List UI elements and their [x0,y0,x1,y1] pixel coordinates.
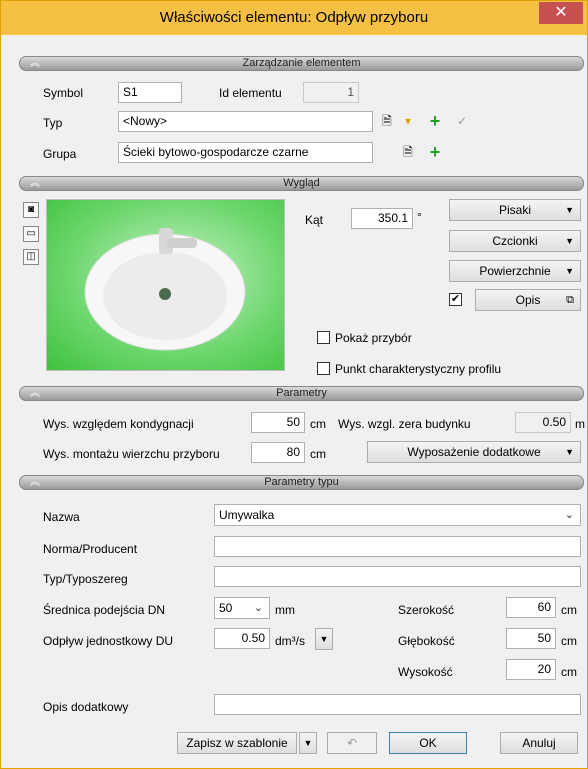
typ-input[interactable]: <Nowy> [118,111,373,132]
section-type-params-header[interactable]: ︽ Parametry typu [19,475,584,490]
dropdown-arrow-icon: ▼ [565,266,574,276]
anuluj-button[interactable]: Anuluj [500,732,578,754]
pisaki-label: Pisaki [498,203,531,217]
wys-montazu-input[interactable]: 80 [251,442,305,463]
section-title: Parametry [276,387,327,399]
wyposazenie-button[interactable]: Wyposażenie dodatkowe ▼ [367,441,581,463]
wysokosc-unit: cm [561,665,577,679]
czcionki-label: Czcionki [492,234,538,248]
nazwa-value: Umywalka [219,508,275,522]
document-icon[interactable]: 🗎 [399,143,417,163]
typoszereg-label: Typ/Typoszereg [43,572,128,586]
odplyw-label: Odpływ jednostkowy DU [43,634,174,648]
szerokosc-input[interactable]: 60 [506,597,556,618]
dropdown-arrow-icon: ▼ [303,738,313,748]
undo-button[interactable]: ↶ [327,732,377,754]
id-input: 1 [303,82,359,103]
odplyw-dropdown-button[interactable]: ▼ [315,628,333,650]
window-title: Właściwości elementu: Odpływ przyboru [159,9,429,26]
opis-dod-label: Opis dodatkowy [43,700,129,714]
wys-zera-unit: m [575,417,585,431]
wys-zera-input: 0.50 [515,412,571,433]
add-type-icon[interactable]: + [426,112,444,132]
zapisz-button[interactable]: Zapisz w szablonie [177,732,297,754]
undo-icon: ↶ [346,736,358,750]
norma-label: Norma/Producent [43,542,138,556]
czcionki-button[interactable]: Czcionki ▼ [449,230,581,252]
nazwa-select[interactable]: Umywalka ⌄ [214,504,581,526]
sink-image [84,228,246,351]
punkt-label: Punkt charakterystyczny profilu [335,362,502,376]
dropdown-arrow-icon: ▼ [565,447,574,457]
chevron-down-icon: ⌄ [564,509,574,521]
srednica-select[interactable]: 50 ⌄ [214,597,270,619]
glebokosc-label: Głębokość [398,634,455,648]
section-title: Parametry typu [264,476,339,488]
szerokosc-unit: cm [561,603,577,617]
glebokosc-unit: cm [561,634,577,648]
bulb-icon[interactable]: ▾ [399,112,417,132]
check-icon[interactable]: ✓ [453,112,471,132]
powierzchnie-label: Powierzchnie [479,264,551,278]
grupa-input[interactable]: Ścieki bytowo-gospodarcze czarne [118,142,373,163]
wys-montazu-label: Wys. montażu wierzchu przyboru [43,447,220,461]
properties-dialog: Właściwości elementu: Odpływ przyboru ✕ … [0,0,588,769]
dropdown-arrow-icon: ▼ [565,236,574,246]
wys-montazu-unit: cm [310,447,326,461]
dropdown-arrow-icon: ▼ [319,634,329,644]
srednica-label: Średnica podejścia DN [43,603,166,617]
id-label: Id elementu [219,86,282,100]
typ-label: Typ [43,116,63,130]
section-title: Zarządzanie elementem [242,57,361,69]
opis-dod-input[interactable] [214,694,581,715]
kat-input[interactable]: 350.1 [351,208,413,229]
chevron-down-icon: ⌄ [253,602,263,614]
add-group-icon[interactable]: + [426,143,444,163]
srednica-unit: mm [275,603,295,617]
odplyw-input[interactable]: 0.50 [214,628,270,649]
kat-unit: ° [417,210,422,224]
title-bar[interactable]: Właściwości elementu: Odpływ przyboru ✕ [1,1,587,35]
wys-kond-unit: cm [310,417,326,431]
pokaz-przybor-checkbox[interactable] [317,331,330,344]
wys-kond-input[interactable]: 50 [251,412,305,433]
element-preview [46,199,285,371]
section-appearance-header[interactable]: ︽ Wygląd [19,176,584,191]
typoszereg-input[interactable] [214,566,581,587]
kat-label: Kąt [305,213,324,227]
odplyw-unit: dm³/s [275,634,305,648]
dropdown-arrow-icon: ▼ [565,205,574,215]
opis-button[interactable]: Opis ⧉ [475,289,581,311]
close-button[interactable]: ✕ [539,2,583,24]
wys-kond-label: Wys. względem kondygnacji [43,417,194,431]
view-2d-icon[interactable]: ▭ [23,226,39,242]
symbol-label: Symbol [43,86,84,100]
srednica-value: 50 [219,601,233,615]
symbol-input[interactable]: S1 [118,82,182,103]
wyposazenie-label: Wyposażenie dodatkowe [407,445,541,459]
ok-button[interactable]: OK [389,732,467,754]
pisaki-button[interactable]: Pisaki ▼ [449,199,581,221]
wysokosc-input[interactable]: 20 [506,659,556,680]
opis-label: Opis [515,293,541,307]
grupa-label: Grupa [43,147,77,161]
wys-zera-label: Wys. wzgl. zera budynku [338,417,471,431]
view-3d-icon[interactable]: ◫ [23,249,39,265]
wysokosc-label: Wysokość [398,665,453,679]
szerokosc-label: Szerokość [398,603,455,617]
opis-checkbox[interactable]: ✔ [449,293,462,306]
norma-input[interactable] [214,536,581,557]
section-management-header[interactable]: ︽ Zarządzanie elementem [19,56,584,71]
document-icon[interactable]: 🗎 [378,112,396,132]
glebokosc-input[interactable]: 50 [506,628,556,649]
section-title: Wygląd [283,177,320,189]
expand-icon: ⧉ [566,294,574,306]
zapisz-dropdown-button[interactable]: ▼ [299,732,317,754]
nazwa-label: Nazwa [43,510,80,524]
punkt-checkbox[interactable] [317,362,330,375]
camera-icon[interactable]: ◙ [23,202,39,218]
powierzchnie-button[interactable]: Powierzchnie ▼ [449,260,581,282]
section-params-header[interactable]: ︽ Parametry [19,386,584,401]
pokaz-przybor-label: Pokaż przybór [335,331,412,345]
